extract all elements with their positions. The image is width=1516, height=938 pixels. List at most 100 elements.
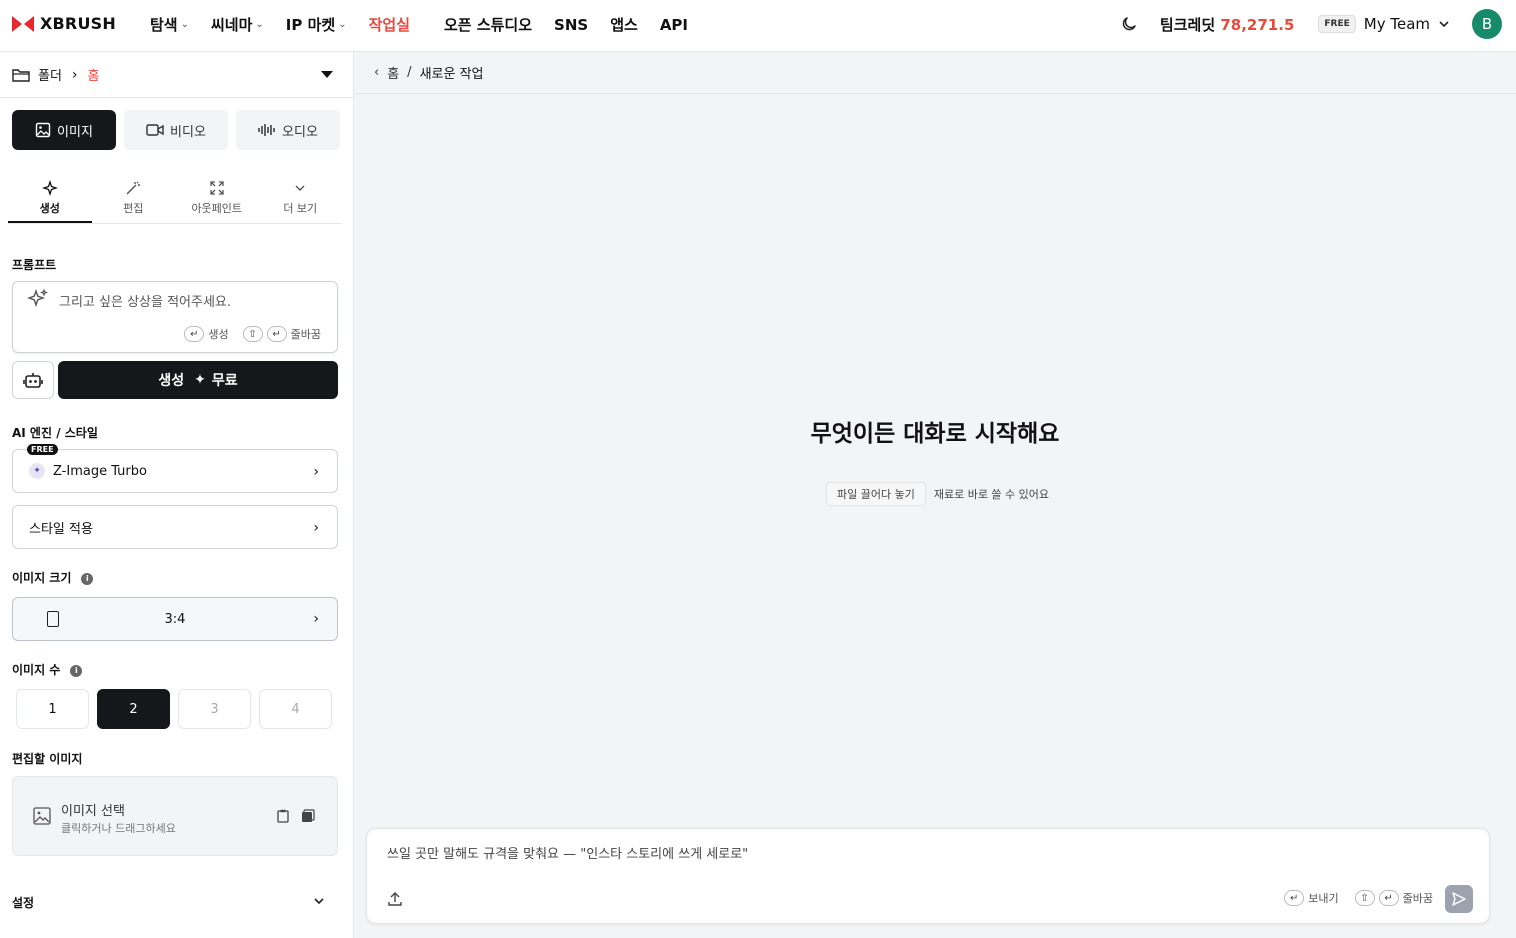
tool-tabs: 생성 편집 아웃페인트 더 보기 bbox=[8, 176, 342, 224]
info-icon[interactable]: i bbox=[70, 664, 83, 677]
avatar[interactable]: B bbox=[1472, 9, 1502, 39]
team-credit: 팀크레딧 78,271.5 bbox=[1160, 14, 1294, 35]
brand-logo[interactable]: XBRUSH bbox=[12, 14, 116, 33]
hint-newline: 줄바꿈 bbox=[290, 328, 321, 341]
portrait-ratio-icon bbox=[47, 611, 59, 627]
generate-button[interactable]: 생성 ✦ 무료 bbox=[58, 361, 338, 399]
nav-cinema[interactable]: 씨네마 ⌄ bbox=[211, 14, 264, 35]
chevron-down-icon: ⌄ bbox=[338, 19, 347, 30]
chevron-right-icon: › bbox=[313, 520, 319, 536]
tab-video[interactable]: 비디오 bbox=[124, 110, 228, 150]
tab-edit[interactable]: 편집 bbox=[92, 176, 176, 223]
tab-label: 이미지 bbox=[57, 124, 93, 140]
expand-icon bbox=[210, 181, 224, 195]
chevron-right-icon: › bbox=[313, 464, 319, 480]
xbrush-logo-icon bbox=[12, 15, 34, 32]
tab-generate[interactable]: 생성 bbox=[8, 176, 92, 223]
mode-tabs: 이미지 비디오 오디오 bbox=[12, 110, 340, 150]
hero-title: 무엇이든 대화로 시작해요 bbox=[810, 421, 1060, 447]
generate-cost: 무료 bbox=[211, 373, 238, 389]
breadcrumb-separator: / bbox=[407, 65, 412, 80]
drop-chip: 파일 끌어다 놓기 bbox=[826, 482, 926, 506]
tab-label: 생성 bbox=[39, 202, 60, 215]
size-value: 3:4 bbox=[164, 611, 186, 627]
image-select-sub: 클릭하거나 드래그하세요 bbox=[61, 822, 176, 835]
nav-label: 씨네마 bbox=[211, 16, 253, 34]
gallery-icon[interactable] bbox=[301, 809, 315, 823]
nav-explore[interactable]: 탐색 ⌄ bbox=[150, 14, 189, 35]
tab-label: 편집 bbox=[123, 202, 144, 215]
size-label: 이미지 크기 bbox=[12, 571, 72, 585]
moon-icon[interactable] bbox=[1120, 15, 1138, 33]
image-count-options: 1 2 3 4 bbox=[16, 689, 332, 729]
brand-name: XBRUSH bbox=[40, 14, 116, 33]
enter-key-icon: ↵ bbox=[266, 326, 287, 342]
credit-value: 78,271.5 bbox=[1220, 15, 1295, 34]
image-size-select[interactable]: 3:4 › bbox=[12, 597, 338, 641]
style-label: 스타일 적용 bbox=[29, 521, 93, 537]
nav-label: 오픈 스튜디오 bbox=[444, 16, 533, 34]
settings-toggle[interactable]: 설정 bbox=[12, 894, 338, 911]
chevron-down-icon bbox=[295, 185, 305, 191]
chevron-down-icon: ⌄ bbox=[255, 19, 264, 30]
magic-wand-icon bbox=[126, 181, 141, 195]
nav-ip-market[interactable]: IP 마켓 ⌄ bbox=[286, 14, 347, 35]
folder-current: 홈 bbox=[87, 69, 100, 84]
count-option[interactable]: 4 bbox=[259, 689, 332, 729]
info-icon[interactable]: i bbox=[81, 572, 94, 585]
edit-image-label: 편집할 이미지 bbox=[12, 752, 83, 766]
count-option[interactable]: 3 bbox=[178, 689, 251, 729]
assistant-bot-button[interactable] bbox=[12, 361, 54, 399]
team-switcher[interactable]: FREE My Team bbox=[1318, 15, 1450, 33]
nav-label: 탐색 bbox=[150, 16, 178, 34]
shift-key-icon: ⇧ bbox=[1354, 890, 1375, 906]
composer-placeholder: 쓰일 곳만 말해도 규격을 맞춰요 — "인스타 스토리에 쓰게 세로로" bbox=[387, 847, 749, 862]
chevron-down-icon: ⌄ bbox=[180, 19, 189, 30]
size-label-row: 이미지 크기 i bbox=[12, 569, 94, 586]
clipboard-icon[interactable] bbox=[277, 809, 289, 823]
sidebar: 폴더 › 홈 이미지 비디오 오디오 생성 편집 아웃페인트 더 보기 프롬프트… bbox=[0, 52, 354, 938]
hint-send: 보내기 bbox=[1308, 892, 1339, 905]
send-button[interactable] bbox=[1445, 885, 1473, 913]
nav-workroom[interactable]: 작업실 bbox=[369, 14, 410, 35]
sparkles-icon bbox=[27, 288, 49, 308]
top-bar: XBRUSH 탐색 ⌄ 씨네마 ⌄ IP 마켓 ⌄ 작업실 오픈 스튜디오 SNS 앱… bbox=[0, 0, 1516, 52]
nav-api[interactable]: API bbox=[660, 16, 688, 34]
breadcrumb-home[interactable]: 홈 bbox=[387, 63, 399, 82]
count-label: 이미지 수 bbox=[12, 663, 61, 677]
free-badge: FREE bbox=[27, 444, 58, 455]
count-option[interactable]: 2 bbox=[97, 689, 170, 729]
caret-down-icon[interactable] bbox=[321, 71, 333, 78]
plan-badge: FREE bbox=[1318, 15, 1356, 33]
shift-key-icon: ⇧ bbox=[242, 326, 263, 342]
nav-label: 앱스 bbox=[610, 16, 638, 34]
nav-sns[interactable]: SNS bbox=[554, 16, 588, 34]
nav-apps[interactable]: 앱스 bbox=[610, 14, 638, 35]
chevron-right-icon: › bbox=[313, 611, 319, 627]
engine-name: Z-Image Turbo bbox=[53, 463, 147, 479]
prompt-shortcuts: ↵ 생성 ⇧ ↵ 줄바꿈 bbox=[184, 326, 321, 342]
image-dropzone[interactable]: 이미지 선택 클릭하거나 드래그하세요 bbox=[12, 776, 338, 856]
image-select-title: 이미지 선택 bbox=[61, 804, 125, 819]
nav-label: SNS bbox=[554, 15, 589, 34]
engine-select[interactable]: FREE ✦ Z-Image Turbo › bbox=[12, 444, 338, 493]
tab-more[interactable]: 더 보기 bbox=[259, 176, 343, 223]
robot-icon bbox=[23, 373, 43, 388]
style-select[interactable]: 스타일 적용 › bbox=[12, 505, 338, 549]
engine-label: AI 엔진 / 스타일 bbox=[12, 426, 98, 440]
nav-label: IP 마켓 bbox=[285, 16, 336, 34]
tab-outpaint[interactable]: 아웃페인트 bbox=[175, 176, 259, 223]
sparkle-icon bbox=[41, 180, 58, 196]
tab-image[interactable]: 이미지 bbox=[12, 110, 116, 150]
folder-breadcrumb[interactable]: 폴더 › 홈 bbox=[0, 52, 353, 98]
prompt-input[interactable]: 그리고 싶은 상상을 적어주세요. ↵ 생성 ⇧ ↵ 줄바꿈 bbox=[12, 281, 338, 353]
upload-icon[interactable] bbox=[387, 891, 403, 907]
chat-composer[interactable]: 쓰일 곳만 말해도 규격을 맞춰요 — "인스타 스토리에 쓰게 세로로" ↵ … bbox=[366, 828, 1490, 924]
tab-audio[interactable]: 오디오 bbox=[236, 110, 340, 150]
credit-label: 팀크레딧 bbox=[1159, 15, 1216, 34]
back-chevron-icon[interactable]: ‹ bbox=[374, 65, 379, 80]
hint-generate: 생성 bbox=[208, 328, 229, 341]
tab-label: 아웃페인트 bbox=[191, 202, 243, 215]
count-option[interactable]: 1 bbox=[16, 689, 89, 729]
nav-open-studio[interactable]: 오픈 스튜디오 bbox=[444, 14, 532, 35]
